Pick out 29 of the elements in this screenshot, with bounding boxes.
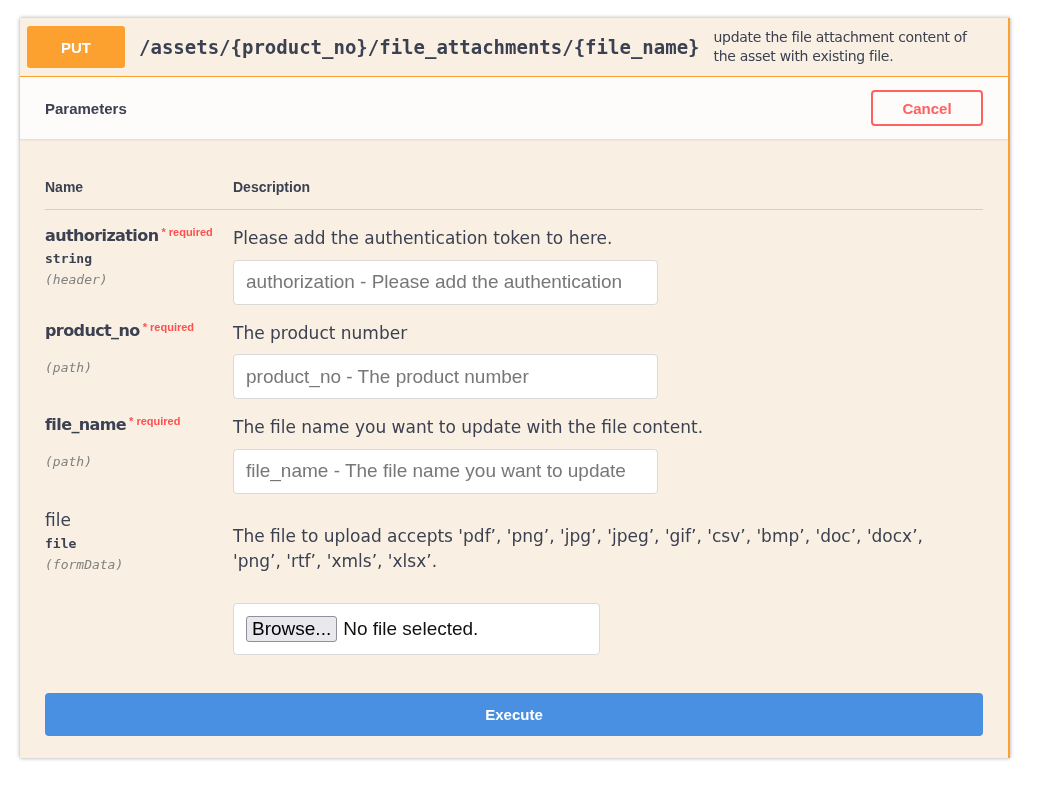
parameter-location: (path) [45,359,93,375]
parameter-type: file [45,535,78,551]
parameter-description: Please add the authentication token to here. [233,227,614,250]
parameters-title: Parameters [45,99,127,117]
method-badge: PUT [27,26,125,68]
input-field[interactable]: authorization - Please add the authentication [233,259,658,305]
parameter-name: file_name [45,415,127,434]
endpoint-summary: update the file attachment content of the asset with existing file. [713,28,969,66]
browse-button[interactable]: Browse... [246,615,338,642]
parameter-location: (formData) [45,556,125,572]
required-label: * required [161,226,213,238]
column-header: Name [45,179,85,195]
column-header: Description [233,179,311,195]
parameter-type: string [45,251,93,266]
parameter-location: (header) [45,272,109,287]
file-picker[interactable]: Browse... No file selected. [233,602,600,655]
parameter-description: The product number [233,321,409,345]
parameter-name: file [45,509,71,530]
parameter-location: (path) [45,454,93,469]
parameter-name: authorization [45,226,159,245]
parameter-name: product_no [45,320,140,340]
required-label: * required [129,415,181,427]
input-field[interactable]: file_name - The file name you want to update [233,448,658,494]
parameter-description: The file name you want to update with the file content. [233,416,705,439]
parameter-description: The file to upload accepts 'pdf’, 'png’, 'jpg’, 'jpeg’, 'gif’, 'csv’, 'bmp’, 'doc’, 'docx’, 'png’, 'rtf’, 'xmls’, 'xlsx’. [233,524,924,573]
endpoint-path: /assets/{product_no}/file_attachments/{file_name} [139,36,700,58]
required-label: * required [142,320,195,333]
input-field[interactable]: product_no - The product number [233,354,658,399]
file-status: No file selected. [343,617,479,640]
